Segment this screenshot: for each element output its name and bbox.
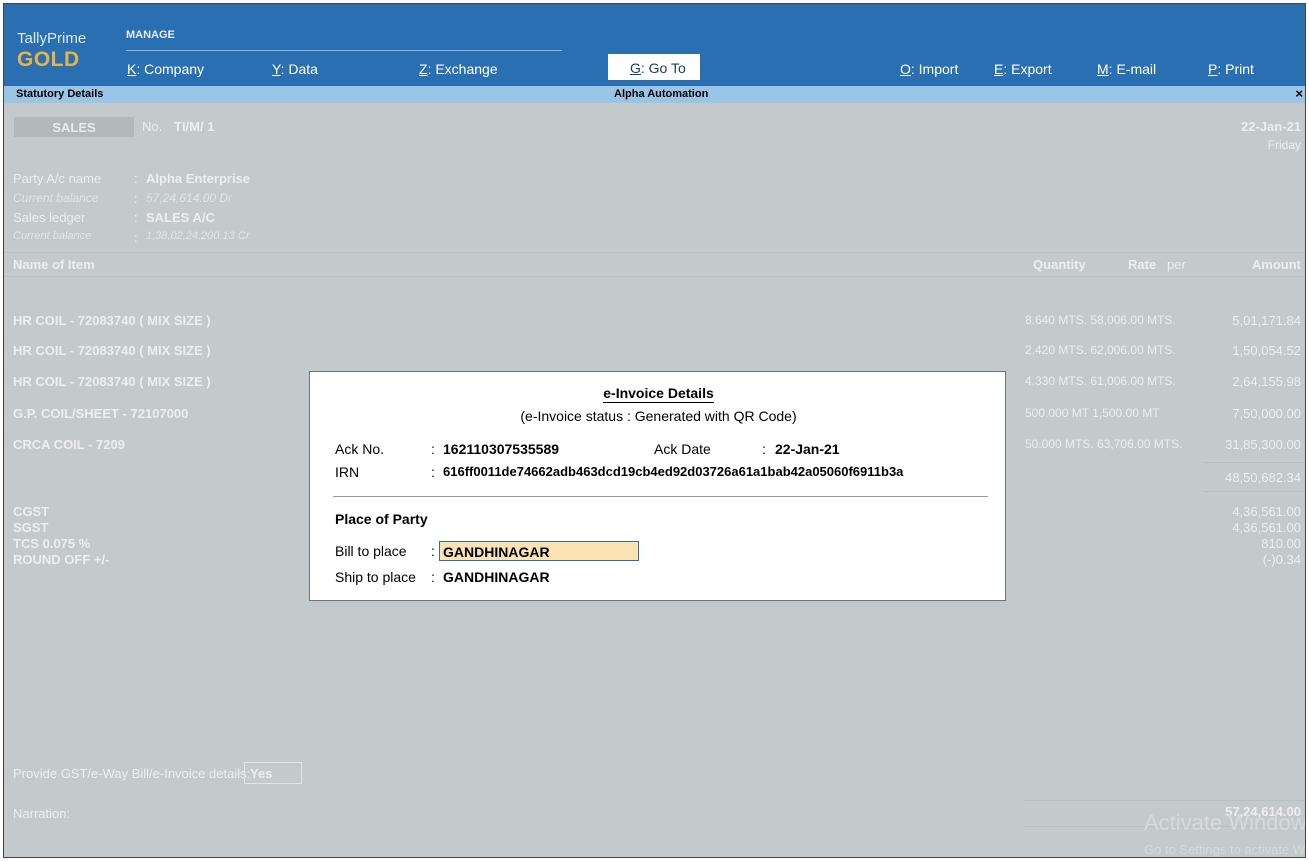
tally-window: TallyPrime GOLD MANAGE K: Company Y: Dat… [3, 3, 1306, 858]
menu-import[interactable]: O: Import [900, 61, 958, 77]
gst-details-toggle[interactable]: Yes [244, 762, 302, 784]
menu-goto[interactable]: G: Go To [608, 54, 700, 80]
manage-label: MANAGE [126, 29, 175, 41]
header-divider [4, 252, 1305, 253]
item-amount: 2,64,155.98 [1232, 374, 1301, 389]
item-detail: 2.420 MTS. 62,006.00 MTS. [1025, 343, 1176, 357]
item-name: HR COIL - 72083740 ( MIX SIZE ) [13, 343, 211, 358]
bill-to-place-label: Bill to place [335, 543, 407, 559]
title-strip: Statutory Details Alpha Automation × [4, 86, 1305, 103]
ack-no-label: Ack No. [335, 441, 385, 457]
ack-date-value: 22-Jan-21 [775, 441, 840, 457]
company-name: Alpha Automation [614, 88, 709, 100]
close-icon[interactable]: × [1295, 86, 1303, 101]
party-balance-value: 57,24,614.00 Dr [146, 191, 233, 205]
item-detail: 50.000 MTS. 63,706.00 MTS. [1025, 437, 1183, 451]
menu-email[interactable]: M: E-mail [1097, 61, 1156, 77]
item-name: G.P. COIL/SHEET - 72107000 [13, 406, 189, 421]
voucher-no-value: TI/M/ 1 [174, 119, 215, 134]
activation-watermark-subtitle: Go to Settings to activate Windows. [1144, 842, 1306, 857]
item-amount: 1,50,054.52 [1232, 343, 1301, 358]
item-amount: 5,01,171.84 [1232, 313, 1301, 328]
menu-company[interactable]: K: Company [127, 61, 204, 77]
ledger-label: Sales ledger [13, 210, 86, 225]
top-menu-bar: TallyPrime GOLD MANAGE K: Company Y: Dat… [4, 4, 1305, 86]
manage-divider [126, 50, 562, 51]
tax-name: CGST [13, 504, 50, 519]
brand-edition: GOLD [17, 48, 80, 71]
dialog-divider [333, 496, 988, 497]
party-label: Party A/c name [13, 171, 102, 186]
menu-exchange[interactable]: Z: Exchange [419, 61, 498, 77]
item-detail: 500.000 MT 1,500.00 MT [1025, 406, 1160, 420]
voucher-type-badge: SALES [14, 117, 134, 137]
ledger-balance-sep: : [134, 230, 138, 245]
dialog-title: e-Invoice Details [603, 385, 714, 403]
voucher-day: Friday [1267, 138, 1301, 152]
narration-label: Narration: [13, 806, 71, 821]
gst-details-prompt: Provide GST/e-Way Bill/e-Invoice details… [13, 766, 251, 781]
subtotal-amount: 48,50,682.34 [1225, 470, 1301, 485]
ledger-value: SALES A/C [146, 210, 215, 225]
header-divider-bottom [4, 276, 1305, 277]
menu-data[interactable]: Y: Data [272, 61, 318, 77]
ack-date-label: Ack Date [654, 441, 711, 457]
tax-name: SGST [13, 520, 49, 535]
col-header-qty: Quantity [1033, 257, 1086, 272]
party-value: Alpha Enterprise [146, 171, 251, 186]
brand-name: TallyPrime [17, 30, 87, 47]
ledger-balance-value: 1,38,02,24,200.13 Cr [146, 230, 250, 242]
item-name: HR COIL - 72083740 ( MIX SIZE ) [13, 374, 211, 389]
col-header-amount: Amount [1251, 257, 1301, 272]
tax-name: ROUND OFF +/- [13, 552, 110, 567]
ack-no-sep: : [431, 441, 435, 457]
ship-to-place-sep: : [431, 569, 435, 585]
subtotal-rule-bottom [1204, 491, 1305, 492]
ledger-sep: : [134, 210, 138, 225]
party-balance-sep: : [134, 191, 138, 206]
ship-to-place-label: Ship to place [335, 569, 416, 585]
tax-amount: 4,36,561.00 [1232, 520, 1301, 535]
e-invoice-status: (e-Invoice status : Generated with QR Co… [520, 408, 797, 424]
tax-amount: 810.00 [1261, 536, 1301, 551]
tax-amount: 4,36,561.00 [1232, 504, 1301, 519]
menu-export[interactable]: E: Export [994, 61, 1052, 77]
voucher-no-label: No. [142, 119, 163, 134]
party-balance-label: Current balance [13, 191, 99, 205]
col-header-rate: Rate [1128, 257, 1157, 272]
ledger-balance-label: Current balance [13, 230, 92, 242]
item-amount: 31,85,300.00 [1225, 437, 1301, 452]
total-rule [1024, 800, 1305, 801]
bill-to-place-input[interactable] [439, 541, 639, 561]
e-invoice-dialog: e-Invoice Details (e-Invoice status : Ge… [309, 371, 1006, 601]
screen-title: Statutory Details [16, 88, 104, 100]
ship-to-place-value[interactable]: GANDHINAGAR [443, 569, 550, 585]
col-header-per: per [1167, 257, 1186, 272]
subtotal-rule [1204, 462, 1305, 463]
irn-sep: : [431, 464, 435, 480]
item-detail: 8.640 MTS. 58,006.00 MTS. [1025, 313, 1176, 327]
tax-name: TCS 0.075 % [13, 536, 91, 551]
item-name: CRCA COIL - 7209 [13, 437, 125, 452]
item-detail: 4.330 MTS. 61,006.00 MTS. [1025, 374, 1176, 388]
place-of-party-heading: Place of Party [335, 511, 428, 527]
activation-watermark-title: Activate Windows [1144, 810, 1306, 835]
party-sep: : [134, 171, 138, 186]
bill-to-place-sep: : [431, 543, 435, 559]
ack-date-sep: : [762, 441, 766, 457]
tax-amount: (-)0.34 [1262, 552, 1301, 567]
menu-print[interactable]: P: Print [1208, 61, 1254, 77]
item-name: HR COIL - 72083740 ( MIX SIZE ) [13, 313, 211, 328]
item-amount: 7,50,000.00 [1232, 406, 1301, 421]
voucher-date: 22-Jan-21 [1241, 119, 1301, 134]
irn-value: 616ff0011de74662adb463dcd19cb4ed92d03726… [443, 464, 904, 479]
col-header-name: Name of Item [13, 257, 95, 272]
irn-label: IRN [335, 464, 360, 480]
ack-no-value: 162110307535589 [443, 441, 560, 457]
